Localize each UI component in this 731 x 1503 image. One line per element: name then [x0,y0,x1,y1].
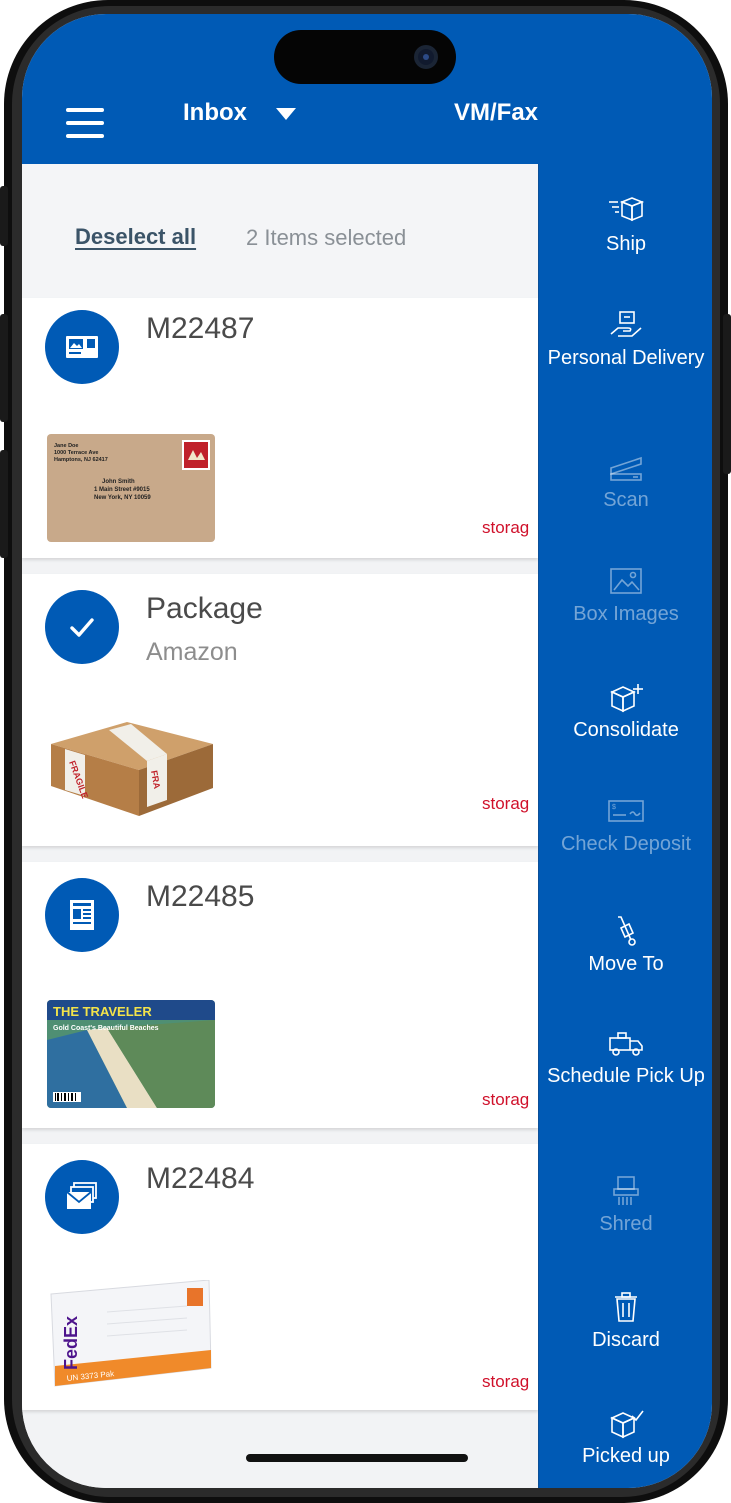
action-label: Picked up [582,1445,670,1467]
storage-label: storag [482,794,530,813]
truck-icon [609,1032,643,1056]
action-move-to[interactable]: Move To [539,914,712,976]
app-screen: Inbox VM/Fax Deselect all 2 Items select… [22,14,712,1488]
sender-street: 1000 Terrace Ave [54,450,98,456]
volume-down-button [0,450,8,558]
list-item[interactable]: M22485 THE TRAVELER Gold Coast's Beautif… [22,862,538,1128]
action-ship[interactable]: Ship [539,194,712,256]
fedex-envelope-image: FedEx UN 3373 Pak [47,1280,215,1392]
action-scan: Scan [539,450,712,512]
mail-list: Deselect all 2 Items selected M22487 Jan… [22,164,538,1488]
selected-count: 2 Items selected [246,225,407,250]
item-title: Package [146,592,263,625]
action-discard[interactable]: Discard [539,1290,712,1352]
selection-bar: Deselect all 2 Items selected [22,164,538,298]
storage-label: storag [482,518,530,537]
shredder-icon [613,1176,639,1205]
stacked-mail-icon [66,1182,97,1209]
caret-down-icon[interactable] [276,108,296,120]
action-shred: Shred [539,1174,712,1236]
magazine-masthead: THE TRAVELER [53,1004,152,1019]
magazine-image: THE TRAVELER Gold Coast's Beautiful Beac… [47,1000,215,1108]
action-consolidate[interactable]: Consolidate [539,680,712,742]
recipient-city: New York, NY 10059 [94,495,151,501]
hand-truck-icon [618,916,636,946]
action-sidebar: Ship Personal Delivery Scan Box Images C… [538,164,712,1488]
item-avatar[interactable] [45,1160,119,1234]
action-personal-delivery[interactable]: Personal Delivery [539,308,712,370]
magazine-headline: Gold Coast's Beautiful Beaches [53,1025,159,1032]
action-label: Ship [605,233,647,255]
dynamic-island [274,30,456,84]
action-label: Consolidate [573,719,679,741]
picked-up-box-icon [610,1410,644,1439]
power-button [723,314,731,474]
action-label: Scan [603,489,649,511]
item-title: M22484 [146,1162,255,1195]
action-label: Discard [592,1329,660,1351]
hand-delivery-icon [610,311,642,337]
image-icon [610,568,642,594]
action-picked-up[interactable]: Picked up [539,1406,712,1468]
list-item[interactable]: Package Amazon FRAGILE FRA storag [22,574,538,846]
tab-vm-fax[interactable]: VM/Fax [454,98,538,128]
list-item[interactable]: M22484 FedEx UN 3373 Pak storag [22,1144,538,1410]
item-avatar[interactable] [45,310,119,384]
recipient-name: John Smith [102,479,135,485]
letter-icon [66,336,98,358]
action-label: Check Deposit [560,833,692,855]
package-image: FRAGILE FRA [47,704,215,822]
camera-icon [414,45,438,69]
action-schedule-pick-up[interactable]: Schedule Pick Up [539,1026,712,1088]
consolidate-box-icon [610,684,643,713]
action-label: Move To [588,953,664,975]
envelope-image: Jane Doe 1000 Terrace Ave Hamptons, NJ 6… [47,434,215,542]
list-item[interactable]: M22487 Jane Doe 1000 Terrace Ave Hampton… [22,298,538,558]
mute-switch [0,186,8,246]
recipient-street: 1 Main Street #9015 [94,487,150,493]
volume-up-button [0,314,8,422]
checkmark-icon [70,618,94,637]
item-title: M22485 [146,880,255,913]
sender-city: Hamptons, NJ 62417 [54,457,108,463]
svg-text:$: $ [612,804,616,811]
action-box-images: Box Images [539,564,712,626]
tab-inbox[interactable]: Inbox [183,98,247,128]
action-check-deposit: $ Check Deposit [539,794,712,856]
trash-icon [615,1292,637,1322]
home-indicator[interactable] [246,1454,468,1462]
item-avatar[interactable] [45,878,119,952]
scanner-icon [610,456,642,481]
fedex-logo: FedEx [61,1316,81,1370]
sender-name: Jane Doe [54,443,78,449]
action-label: Box Images [573,603,679,625]
item-avatar[interactable] [45,590,119,664]
storage-label: storag [482,1090,530,1109]
check-icon: $ [608,800,644,822]
action-label: Schedule Pick Up [547,1065,705,1087]
ship-box-icon [609,197,645,222]
item-subtitle: Amazon [146,638,238,666]
action-label: Shred [599,1213,653,1235]
app-header: Inbox VM/Fax [22,14,712,164]
magazine-icon [70,900,94,930]
deselect-all-link[interactable]: Deselect all [75,224,196,250]
item-title: M22487 [146,312,255,345]
storage-label: storag [482,1372,530,1391]
hamburger-menu-icon[interactable] [66,108,104,138]
action-label: Personal Delivery [547,347,705,369]
